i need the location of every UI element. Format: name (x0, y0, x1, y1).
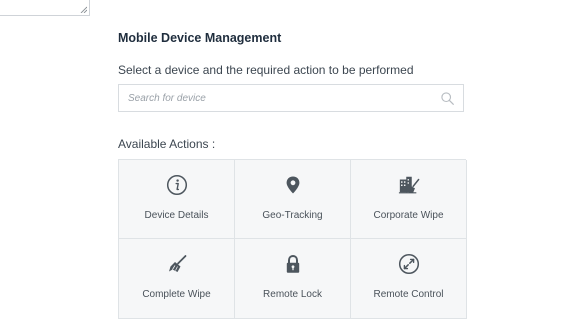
panel-title: Mobile Device Management (118, 31, 282, 45)
available-actions-label: Available Actions : (118, 137, 216, 151)
corporate-wipe-icon (398, 174, 420, 196)
complete-wipe-action[interactable]: Complete Wipe (119, 239, 235, 319)
remote-control-icon (398, 253, 420, 275)
map-pin-icon (282, 174, 304, 196)
remote-control-action[interactable]: Remote Control (351, 239, 467, 319)
textarea-field[interactable] (0, 0, 90, 16)
action-label: Device Details (144, 210, 209, 221)
broom-icon (166, 253, 188, 275)
action-label: Remote Control (373, 289, 444, 300)
mobile-device-management-panel: Mobile Device Management Select a device… (118, 30, 467, 319)
action-label: Corporate Wipe (373, 210, 444, 221)
geo-tracking-action[interactable]: Geo-Tracking (235, 160, 351, 239)
panel-subtitle: Select a device and the required action … (118, 63, 414, 77)
search-icon[interactable] (441, 92, 454, 105)
device-search-input[interactable] (119, 85, 419, 111)
resize-grip-icon[interactable] (80, 6, 87, 13)
lock-icon (282, 253, 304, 275)
action-label: Geo-Tracking (262, 210, 323, 221)
device-search-box[interactable] (118, 84, 464, 112)
info-icon (166, 174, 188, 196)
corporate-wipe-action[interactable]: Corporate Wipe (351, 160, 467, 239)
device-details-action[interactable]: Device Details (119, 160, 235, 239)
actions-grid: Device Details Geo-Tracking Corporate Wi… (118, 159, 467, 319)
page: Mobile Device Management Select a device… (0, 0, 578, 330)
action-label: Remote Lock (263, 289, 322, 300)
remote-lock-action[interactable]: Remote Lock (235, 239, 351, 319)
action-label: Complete Wipe (142, 289, 211, 300)
